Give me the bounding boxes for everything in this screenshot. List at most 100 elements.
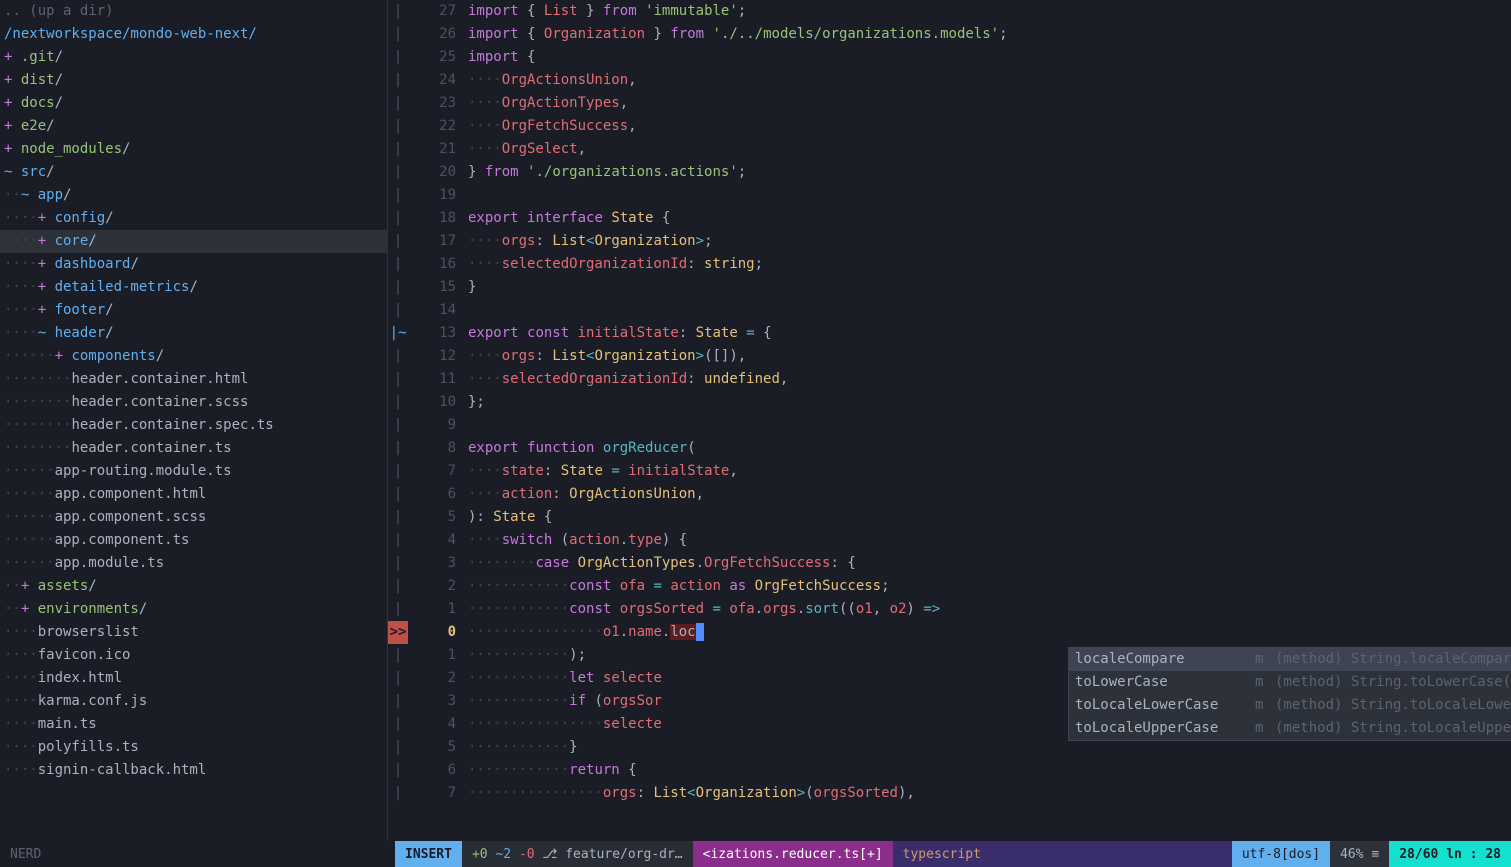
updir[interactable]: .. (up a dir) (0, 0, 387, 23)
sign-column: | (388, 644, 408, 667)
sign-column: | (388, 782, 408, 805)
tree-item[interactable]: ····polyfills.ts (0, 736, 387, 759)
tree-item[interactable]: ····main.ts (0, 713, 387, 736)
tree-item[interactable]: ··~ app/ (0, 184, 387, 207)
code-line[interactable]: |6····action: OrgActionsUnion, (388, 483, 1511, 506)
code-line[interactable]: |4····switch (action.type) { (388, 529, 1511, 552)
code-line[interactable]: |26import { Organization } from './../mo… (388, 23, 1511, 46)
status-bar: NERD INSERT +0 ~2 -0 ⎇ feature/org-dr… <… (0, 841, 1511, 867)
tree-item[interactable]: ····karma.conf.js (0, 690, 387, 713)
code-line[interactable]: |22····OrgFetchSuccess, (388, 115, 1511, 138)
sign-column: | (388, 23, 408, 46)
tree-item[interactable]: ····+ core/ (0, 230, 387, 253)
sign-column: | (388, 575, 408, 598)
code-line[interactable]: |2············const ofa = action as OrgF… (388, 575, 1511, 598)
tree-item[interactable]: ······app.component.ts (0, 529, 387, 552)
tree-item[interactable]: ········header.container.ts (0, 437, 387, 460)
sign-column: | (388, 529, 408, 552)
sign-column: | (388, 736, 408, 759)
sign-column: | (388, 667, 408, 690)
sign-column: | (388, 391, 408, 414)
code-line[interactable]: |1············const orgsSorted = ofa.org… (388, 598, 1511, 621)
tree-item[interactable]: ······+ components/ (0, 345, 387, 368)
sign-column: | (388, 184, 408, 207)
code-line[interactable]: |23····OrgActionTypes, (388, 92, 1511, 115)
file-tree[interactable]: .. (up a dir) /nextworkspace/mondo-web-n… (0, 0, 388, 841)
sign-column: | (388, 483, 408, 506)
code-line[interactable]: |9 (388, 414, 1511, 437)
code-line[interactable]: |5): State { (388, 506, 1511, 529)
tree-item[interactable]: + e2e/ (0, 115, 387, 138)
code-line[interactable]: |12····orgs: List<Organization>([]), (388, 345, 1511, 368)
git-status: +0 ~2 -0 ⎇ feature/org-dr… (462, 841, 693, 867)
tree-item[interactable]: ········header.container.scss (0, 391, 387, 414)
completion-item[interactable]: toLocaleUpperCasem(method) String.toLoca… (1069, 717, 1511, 740)
sign-column: | (388, 92, 408, 115)
code-line[interactable]: |24····OrgActionsUnion, (388, 69, 1511, 92)
autocomplete-popup[interactable]: localeComparem(method) String.localeComp… (1068, 647, 1511, 741)
completion-item[interactable]: localeComparem(method) String.localeComp… (1069, 648, 1511, 671)
sign-column: |~ (388, 322, 408, 345)
sign-column: | (388, 230, 408, 253)
tree-item[interactable]: ····+ config/ (0, 207, 387, 230)
tree-item[interactable]: + docs/ (0, 92, 387, 115)
code-line[interactable]: |6············return { (388, 759, 1511, 782)
code-line[interactable]: |20} from './organizations.actions'; (388, 161, 1511, 184)
tree-item[interactable]: ····~ header/ (0, 322, 387, 345)
tree-item[interactable]: ··+ environments/ (0, 598, 387, 621)
code-line[interactable]: |7················orgs: List<Organizatio… (388, 782, 1511, 805)
code-line[interactable]: |~13export const initialState: State = { (388, 322, 1511, 345)
sign-column: | (388, 460, 408, 483)
tree-item[interactable]: ~ src/ (0, 161, 387, 184)
code-line[interactable]: |17····orgs: List<Organization>; (388, 230, 1511, 253)
nerdtree-label: NERD (0, 841, 395, 867)
code-line[interactable]: |18export interface State { (388, 207, 1511, 230)
tree-item[interactable]: ······app.component.html (0, 483, 387, 506)
code-line[interactable]: |21····OrgSelect, (388, 138, 1511, 161)
code-editor[interactable]: |27import { List } from 'immutable';|26i… (388, 0, 1511, 841)
sign-column: | (388, 690, 408, 713)
tree-item[interactable]: ······app-routing.module.ts (0, 460, 387, 483)
tree-item[interactable]: + node_modules/ (0, 138, 387, 161)
line-col: 28/60 ln : 28 (1389, 841, 1511, 867)
code-line[interactable]: |7····state: State = initialState, (388, 460, 1511, 483)
code-line[interactable]: |19 (388, 184, 1511, 207)
mode-indicator: INSERT (395, 841, 462, 867)
sign-column: | (388, 437, 408, 460)
filetype: typescript (893, 841, 1232, 867)
tree-item[interactable]: ······app.component.scss (0, 506, 387, 529)
code-line[interactable]: |27import { List } from 'immutable'; (388, 0, 1511, 23)
tree-item[interactable]: ········header.container.html (0, 368, 387, 391)
sign-column: | (388, 414, 408, 437)
code-line[interactable]: |8export function orgReducer( (388, 437, 1511, 460)
tree-item[interactable]: ····index.html (0, 667, 387, 690)
completion-item[interactable]: toLocaleLowerCasem(method) String.toLoca… (1069, 694, 1511, 717)
tree-item[interactable]: ··+ assets/ (0, 575, 387, 598)
branch-icon: ⎇ (542, 843, 557, 866)
sign-column: >> (388, 621, 408, 644)
code-line[interactable]: |25import { (388, 46, 1511, 69)
code-line[interactable]: |10}; (388, 391, 1511, 414)
code-line[interactable]: |16····selectedOrganizationId: string; (388, 253, 1511, 276)
code-line[interactable]: >>0················o1.name.loc (388, 621, 1511, 644)
code-line[interactable]: |14 (388, 299, 1511, 322)
tree-item[interactable]: ······app.module.ts (0, 552, 387, 575)
tree-item[interactable]: ····+ detailed-metrics/ (0, 276, 387, 299)
completion-item[interactable]: toLowerCasem(method) String.toLowerCase(… (1069, 671, 1511, 694)
tree-item[interactable]: ····browserslist (0, 621, 387, 644)
tree-item[interactable]: ····+ dashboard/ (0, 253, 387, 276)
sign-column: | (388, 299, 408, 322)
code-line[interactable]: |3········case OrgActionTypes.OrgFetchSu… (388, 552, 1511, 575)
sign-column: | (388, 207, 408, 230)
code-line[interactable]: |11····selectedOrganizationId: undefined… (388, 368, 1511, 391)
sign-column: | (388, 713, 408, 736)
scroll-percent: 46% ≡ (1330, 841, 1389, 867)
tree-item[interactable]: ········header.container.spec.ts (0, 414, 387, 437)
tree-item[interactable]: + .git/ (0, 46, 387, 69)
code-line[interactable]: |15} (388, 276, 1511, 299)
tree-item[interactable]: ····signin-callback.html (0, 759, 387, 782)
tree-item[interactable]: ····favicon.ico (0, 644, 387, 667)
tree-item[interactable]: + dist/ (0, 69, 387, 92)
tree-item[interactable]: ····+ footer/ (0, 299, 387, 322)
sign-column: | (388, 276, 408, 299)
